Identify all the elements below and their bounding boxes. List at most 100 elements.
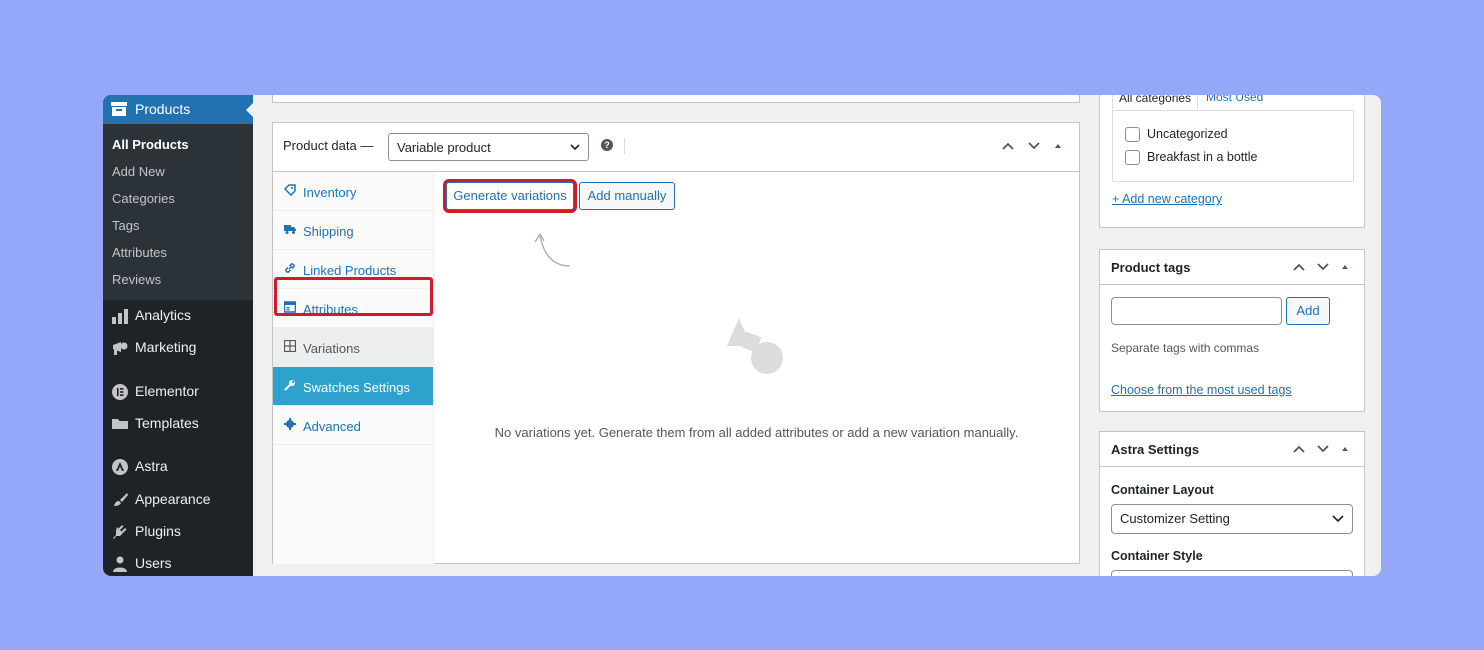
current-menu-pointer [246,102,254,118]
add-manually-button[interactable]: Add manually [579,182,675,210]
menu-item-analytics[interactable]: Analytics [103,301,253,331]
chevron-up-icon [1293,445,1305,453]
move-up-button[interactable] [1292,260,1306,277]
user-icon [113,556,127,572]
menu-item-appearance[interactable]: Appearance [103,485,253,515]
toggle-panel-button[interactable] [1340,442,1350,459]
metabox-controls [1292,442,1356,458]
tab-label: Swatches Settings [303,380,410,395]
category-checkbox[interactable] [1125,127,1140,142]
submenu-reviews[interactable]: Reviews [112,272,161,287]
curved-arrow-icon [534,232,571,267]
tab-label: Shipping [303,224,354,239]
variations-panel: Generate variations Add manually No vari… [434,172,1079,564]
toggle-panel-button[interactable] [1053,139,1063,156]
astra-settings-header: Astra Settings [1100,432,1364,467]
browser-content: Products All Products Add New Categories… [103,95,1381,576]
tab-all-categories[interactable]: All categories [1112,95,1199,109]
triangle-up-icon [1342,265,1348,269]
variations-tab-highlight [274,277,433,316]
menu-item-elementor[interactable]: Elementor [103,377,253,407]
menu-label: Plugins [135,523,181,539]
product-type-select[interactable]: Variable product [388,133,589,161]
archive-icon [111,102,127,116]
move-down-button[interactable] [1027,139,1041,156]
tab-advanced[interactable]: Advanced [273,406,433,445]
product-data-header: Product data — Variable product ? [273,123,1079,172]
menu-item-marketing[interactable]: Marketing [103,333,253,363]
move-down-button[interactable] [1316,260,1330,277]
menu-label: Elementor [135,383,199,399]
tab-label: Advanced [303,419,361,434]
plug-icon [113,525,127,539]
product-categories-metabox: All categories Most Used Uncategorized B… [1099,95,1365,228]
category-checkbox[interactable] [1125,150,1140,165]
submenu-attributes[interactable]: Attributes [112,245,167,260]
container-layout-label: Container Layout [1111,483,1214,497]
submenu-all-products[interactable]: All Products [112,137,189,152]
menu-label: Users [135,555,172,571]
tag-input[interactable] [1111,297,1282,325]
menu-item-templates[interactable]: Templates [103,409,253,439]
gear-icon [284,418,296,430]
tab-shipping[interactable]: Shipping [273,211,433,250]
product-tags-metabox: Product tags Add Separate tags with comm… [1099,249,1365,412]
menu-label: Templates [135,415,199,431]
product-tags-header: Product tags [1100,250,1364,285]
product-tags-title: Product tags [1111,260,1191,275]
menu-item-users[interactable]: Users [103,549,253,576]
submenu-tags[interactable]: Tags [112,218,139,233]
tab-most-used[interactable]: Most Used [1206,95,1263,108]
triangle-up-icon [1342,447,1348,451]
menu-item-astra[interactable]: Astra [103,452,253,482]
move-down-button[interactable] [1316,442,1330,459]
product-data-title: Product data — [283,138,374,153]
help-icon[interactable]: ? [601,139,613,151]
chevron-up-icon [1002,142,1014,150]
chevron-down-icon [1028,142,1040,150]
chevron-down-icon [1317,445,1329,453]
tab-swatches-settings[interactable]: Swatches Settings [273,367,433,406]
grid-icon [284,340,296,352]
product-type-value: Variable product [397,140,491,155]
menu-label: Appearance [135,491,211,507]
menu-label: Analytics [135,307,192,323]
link-icon [285,263,295,273]
add-tag-button[interactable]: Add [1286,297,1330,325]
metabox-controls [1292,260,1356,276]
add-new-category-link[interactable]: + Add new category [1112,192,1222,206]
submenu-add-new[interactable]: Add New [112,164,165,179]
header-divider [624,138,625,154]
generate-variations-button[interactable]: Generate variations [446,182,574,210]
container-style-select[interactable] [1111,570,1353,576]
category-label: Uncategorized [1147,127,1228,141]
tab-label: Linked Products [303,263,397,278]
container-layout-select[interactable]: Customizer Setting [1111,504,1353,534]
toggle-panel-button[interactable] [1340,260,1350,277]
tags-hint: Separate tags with commas [1111,341,1260,355]
wrench-icon [284,380,295,391]
megaphone-icon [113,342,128,355]
tab-variations[interactable]: Variations [273,328,433,367]
paintbrush-icon [114,493,128,506]
move-up-button[interactable] [1292,442,1306,459]
empty-variations-message: No variations yet. Generate them from al… [494,425,1019,440]
chevron-up-icon [1293,263,1305,271]
submenu-categories[interactable]: Categories [112,191,175,206]
menu-item-plugins[interactable]: Plugins [103,517,253,547]
container-layout-value: Customizer Setting [1120,511,1230,526]
admin-sidebar: Products All Products Add New Categories… [103,95,254,576]
tag-icon [284,184,296,196]
chevron-down-icon [570,144,580,151]
move-up-button[interactable] [1001,139,1015,156]
previous-metabox [272,95,1080,103]
product-data-metabox: Product data — Variable product ? Invent… [272,122,1080,564]
choose-most-used-tags-link[interactable]: Choose from the most used tags [1111,383,1292,397]
folder-icon [112,419,128,429]
chevron-down-icon [1332,515,1344,523]
container-style-label: Container Style [1111,549,1203,563]
products-submenu: All Products Add New Categories Tags Att… [103,124,253,300]
menu-label: Marketing [135,339,197,355]
tab-inventory[interactable]: Inventory [273,172,433,211]
menu-item-products[interactable]: Products [103,95,254,124]
